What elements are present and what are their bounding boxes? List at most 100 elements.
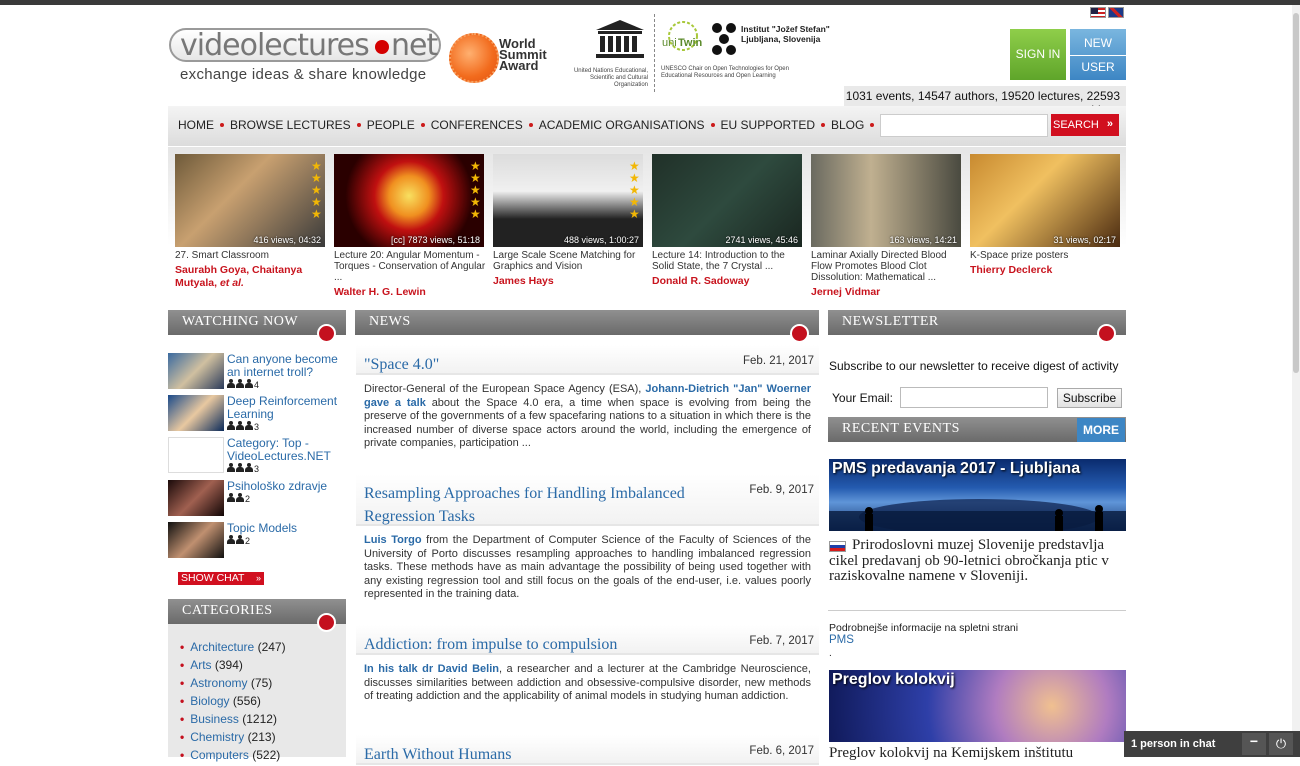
watching-thumbnail[interactable] (168, 522, 224, 558)
news-lead-link[interactable]: Luis Torgo (364, 534, 422, 546)
nav-item-home[interactable]: HOME (178, 118, 214, 132)
category-item[interactable]: Astronomy (75) (180, 674, 286, 692)
news-title[interactable]: Earth Without Humans (356, 735, 736, 766)
lecture-author[interactable]: Jernej Vidmar (811, 286, 966, 299)
lecture-title[interactable]: Large Scale Scene Matching for Graphics … (493, 250, 648, 272)
lecture-title[interactable]: Laminar Axially Directed Blood Flow Prom… (811, 250, 966, 283)
newsletter-heading: NEWSLETTER (828, 310, 1126, 343)
ijs-logo[interactable] (711, 22, 739, 62)
category-item[interactable]: Arts (394) (180, 656, 286, 674)
news-title[interactable]: Resampling Approaches for Handling Imbal… (356, 474, 716, 528)
nav-item-browse-lectures[interactable]: BROWSE LECTURES (230, 118, 351, 132)
event-title[interactable]: Prirodoslovni muzej Slovenije predstavlj… (829, 537, 1126, 585)
category-link[interactable]: Architecture (190, 640, 254, 654)
event-banner[interactable]: PMS predavanja 2017 - Ljubljana (829, 459, 1126, 531)
uk-flag-icon[interactable] (1108, 7, 1124, 18)
new-user-divider (1070, 55, 1126, 56)
watching-title[interactable]: Psihološko zdravje (227, 480, 347, 493)
watching-title[interactable]: Can anyone become an internet troll? (227, 353, 347, 379)
lecture-thumbnail[interactable]: 2741 views, 45:46 (652, 154, 802, 247)
unesco-logo[interactable] (594, 18, 646, 60)
news-heading-title: NEWS (369, 314, 411, 329)
event-2-title[interactable]: Preglov kolokvij na Kemijskem inštitutu (829, 746, 1126, 761)
nav-item-blog[interactable]: BLOG (831, 118, 864, 132)
news-lead-link[interactable]: In his talk dr David Belin (364, 663, 499, 675)
category-item[interactable]: Chemistry (213) (180, 728, 286, 746)
category-link[interactable]: Chemistry (190, 730, 244, 744)
category-link[interactable]: Arts (190, 658, 211, 672)
lecture-author[interactable]: Donald R. Sadoway (652, 275, 807, 288)
newsletter-email-field[interactable] (900, 387, 1048, 408)
watching-thumbnail[interactable] (168, 353, 224, 389)
subscribe-button[interactable]: Subscribe (1057, 388, 1122, 408)
category-item[interactable]: Architecture (247) (180, 638, 285, 656)
lecture-title[interactable]: Lecture 20: Angular Momentum - Torques -… (334, 250, 489, 283)
language-switcher[interactable] (1090, 7, 1126, 19)
featured-lecture[interactable]: 31 views, 02:17 K-Space prize posters Thie… (970, 154, 1125, 277)
news-title[interactable]: Addiction: from impulse to compulsion (356, 625, 736, 656)
featured-lecture[interactable]: ★ ★ ★ ★ ★ [cc] 7873 views, 51:18 Lecture 20: A… (334, 154, 489, 299)
minimize-icon[interactable]: − (1242, 733, 1266, 755)
more-events-button[interactable]: MORE (1077, 418, 1125, 442)
watching-thumbnail[interactable] (168, 395, 224, 431)
lecture-thumbnail[interactable]: ★ ★ ★ ★ ★ [cc] 7873 views, 51:18 (334, 154, 484, 247)
lecture-meta: 488 views, 1:00:27 (563, 235, 639, 245)
event-banner-2[interactable]: Preglov kolokvij (829, 670, 1126, 742)
category-link[interactable]: Astronomy (190, 676, 247, 690)
show-chat-label: SHOW CHAT (181, 572, 245, 584)
category-link[interactable]: Biology (190, 694, 229, 708)
sign-in-button[interactable]: SIGN IN (1010, 29, 1066, 80)
nav-item-people[interactable]: PEOPLE (367, 118, 415, 132)
news-title[interactable]: "Space 4.0" (356, 345, 736, 376)
person-icon (227, 421, 235, 430)
category-item[interactable]: Biology (556) (180, 692, 286, 710)
nav-item-conferences[interactable]: CONFERENCES (431, 118, 523, 132)
star-icon: ★ (629, 207, 640, 221)
category-item[interactable]: Business (1212) (180, 710, 286, 728)
featured-lecture[interactable]: ★ ★ ★ ★ ★ 488 views, 1:00:27 Large Scale Scene… (493, 154, 648, 288)
lecture-author[interactable]: James Hays (493, 275, 648, 288)
unitwin-logo[interactable]: uni Twin (661, 18, 706, 62)
watching-title[interactable]: Deep Reinforcement Learning (227, 395, 347, 421)
featured-lecture[interactable]: 2741 views, 45:46 Lecture 14: Introductio… (652, 154, 807, 288)
nav-item-academic-organisations[interactable]: ACADEMIC ORGANISATIONS (539, 118, 705, 132)
featured-lecture[interactable]: 163 views, 14:21 Laminar Axially Directed… (811, 154, 966, 299)
watching-title[interactable]: Topic Models (227, 522, 347, 535)
lecture-author[interactable]: Thierry Declerck (970, 264, 1125, 277)
category-item[interactable]: Computers (522) (180, 746, 286, 764)
lecture-thumbnail[interactable]: 31 views, 02:17 (970, 154, 1120, 247)
watching-thumbnail[interactable] (168, 437, 224, 473)
lecture-thumbnail[interactable]: ★ ★ ★ ★ ★ 488 views, 1:00:27 (493, 154, 643, 247)
search-input[interactable] (880, 114, 1048, 137)
world-summit-award-logo[interactable] (449, 33, 499, 83)
scrollbar[interactable] (1292, 5, 1300, 757)
nav-item-eu-supported[interactable]: EU SUPPORTED (721, 118, 815, 132)
lecture-title[interactable]: 27. Smart Classroom (175, 250, 330, 261)
category-link[interactable]: Computers (190, 748, 249, 762)
header-divider (654, 14, 655, 92)
category-link[interactable]: Business (190, 712, 239, 726)
watching-thumbnail[interactable] (168, 480, 224, 516)
lecture-thumbnail[interactable]: ★ ★ ★ ★ ★ 416 views, 04:32 (175, 154, 325, 247)
lecture-author[interactable]: Walter H. G. Lewin (334, 286, 489, 299)
scrollbar-thumb[interactable] (1293, 13, 1299, 373)
lecture-thumbnail[interactable]: 163 views, 14:21 (811, 154, 961, 247)
lecture-title[interactable]: Lecture 14: Introduction to the Solid St… (652, 250, 807, 272)
nav-separator (870, 123, 875, 127)
us-flag-icon[interactable] (1090, 7, 1106, 18)
nav-separator (220, 123, 224, 127)
search-button[interactable]: SEARCH » (1051, 114, 1119, 136)
rating-stars: ★ ★ ★ ★ ★ (311, 160, 322, 220)
new-user-button[interactable]: NEW USER (1070, 29, 1126, 80)
lecture-title[interactable]: K-Space prize posters (970, 250, 1125, 261)
watching-title[interactable]: Category: Top - VideoLectures.NET (227, 437, 347, 463)
power-icon[interactable]: ⏻ (1269, 733, 1293, 755)
lecture-author[interactable]: Saurabh Goya, Chaitanya Mutyala, et al. (175, 264, 330, 290)
unesco-text: United Nations Educational, Scientific a… (573, 68, 648, 88)
show-chat-button[interactable]: SHOW CHAT » (178, 572, 264, 585)
event-link[interactable]: PMS (829, 634, 854, 646)
featured-lecture[interactable]: ★ ★ ★ ★ ★ 416 views, 04:32 27. Smart Classroom… (175, 154, 330, 290)
watching-count-number: 2 (245, 536, 251, 546)
news-item-header: Earth Without Humans Feb. 6, 2017 (356, 735, 819, 765)
chat-widget[interactable]: 1 person in chat − ⏻ (1124, 731, 1300, 757)
